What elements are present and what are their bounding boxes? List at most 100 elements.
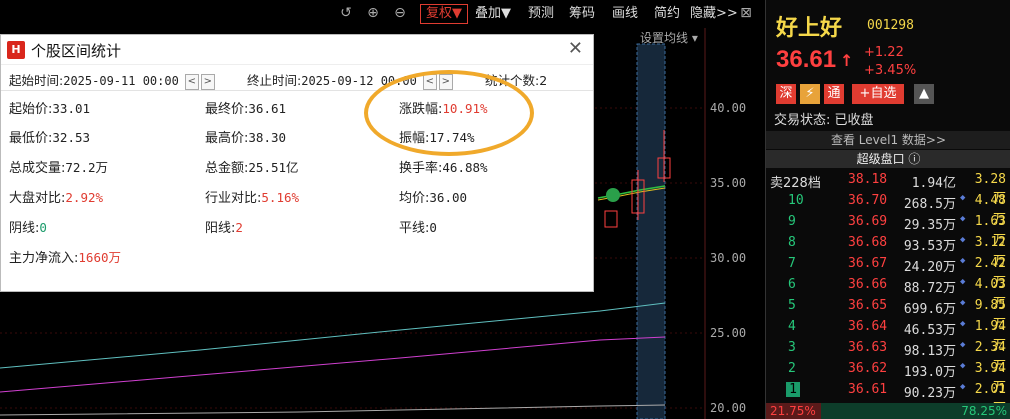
order-volume: 699.6万	[903, 302, 956, 317]
stat-value: 17.74%	[429, 130, 475, 145]
close-icon[interactable]: ⊠	[738, 5, 754, 21]
order-volume: 98.13万	[903, 344, 956, 359]
stat-cell: 大盘对比:2.92%	[9, 187, 103, 206]
stat-cell: 起始价:33.01	[9, 98, 90, 117]
order-level: 4	[788, 319, 796, 334]
stat-cell: 换手率:46.88%	[399, 157, 488, 176]
count-label: 统计个数:	[485, 73, 540, 88]
order-volume: 90.23万	[903, 386, 956, 401]
buy-sell-ratio-bar: 21.75% 78.25%	[766, 403, 1010, 419]
stat-cell: 阴线:0	[9, 217, 47, 236]
stat-cell: 振幅:17.74%	[399, 127, 475, 146]
date-range-row: 起始时间:2025-09-11 00:00 < > 终止时间:2025-09-12…	[1, 65, 593, 91]
add-watchlist-button[interactable]: +自选	[852, 84, 904, 104]
price-change-pct: +3.45%	[864, 63, 917, 78]
stat-cell: 均价:36.00	[399, 187, 467, 206]
diamond-icon: ◆	[960, 256, 966, 266]
diamond-icon: ◆	[960, 298, 966, 308]
chips-button[interactable]: 筹码	[569, 5, 595, 23]
order-row: 6 36.66 88.72万 ◆ 4.03万	[766, 275, 1010, 311]
stat-label: 最高价:	[205, 131, 249, 146]
end-time-label: 终止时间:	[247, 73, 302, 88]
undo-icon[interactable]: ↺	[338, 5, 354, 21]
order-volume: 29.35万	[903, 218, 956, 233]
stat-cell: 总金额:25.51亿	[205, 157, 299, 176]
dialog-title: 个股区间统计	[31, 42, 122, 60]
order-volume: 268.5万	[903, 197, 956, 212]
stat-label: 换手率:	[399, 161, 443, 176]
y-tick-label: 30.00	[710, 251, 747, 265]
stat-value: 46.88%	[442, 160, 488, 175]
stat-label: 行业对比:	[205, 191, 262, 206]
order-row: 7 36.67 24.20万 ◆ 2.42万	[766, 254, 1010, 290]
start-time-value[interactable]: 2025-09-11 00:00	[63, 74, 179, 88]
ma-line-gray	[0, 404, 666, 416]
end-time-value[interactable]: 2025-09-12 00:00	[301, 74, 417, 88]
bell-icon[interactable]: ▲	[914, 84, 934, 104]
next-arrow-icon[interactable]: >	[200, 73, 215, 90]
diamond-icon: ◆	[960, 340, 966, 350]
simple-button[interactable]: 简约	[654, 5, 680, 23]
quote-panel: 好上好 001298 36.61 ↑ +1.22 +3.45% 深 ⚡ 通 +自…	[765, 0, 1010, 419]
sell-summary-row: 卖228档 38.18 1.94亿 3.28万	[766, 170, 1010, 206]
order-price: 36.70	[848, 193, 888, 208]
order-price: 36.63	[848, 340, 888, 355]
set-ma-button[interactable]: 设置均线 ▾	[640, 29, 698, 46]
stat-value: 38.30	[248, 130, 287, 145]
zoom-out-icon[interactable]: ⊖	[392, 5, 408, 21]
overlay-button[interactable]: 叠加▼	[475, 5, 511, 23]
stat-label: 阴线:	[9, 221, 40, 236]
order-price: 36.62	[848, 361, 888, 376]
level1-link[interactable]: 查看 Level1 数据>>	[766, 131, 1010, 149]
stat-label: 大盘对比:	[9, 191, 66, 206]
fuquan-button[interactable]: 复权▼	[420, 4, 468, 24]
hide-button[interactable]: 隐藏>>	[690, 5, 738, 23]
order-level: 6	[788, 277, 796, 292]
last-price: 36.61	[776, 46, 837, 73]
stat-value: 25.51亿	[248, 160, 299, 175]
zoom-in-icon[interactable]: ⊕	[365, 5, 381, 21]
stat-value: 72.2万	[65, 160, 108, 175]
order-volume: 24.20万	[903, 260, 956, 275]
y-tick-label: 35.00	[710, 176, 747, 190]
close-icon[interactable]: ✕	[568, 38, 583, 59]
order-row: 4 36.64 46.53万 ◆ 1.94万	[766, 317, 1010, 353]
lightning-icon: ⚡	[800, 84, 820, 104]
diamond-icon: ◆	[960, 277, 966, 287]
sell-ratio: 21.75%	[766, 403, 821, 419]
diamond-icon: ◆	[960, 319, 966, 329]
buy-ratio: 78.25%	[821, 403, 1010, 419]
prev-arrow-icon[interactable]: <	[184, 73, 199, 90]
draw-line-button[interactable]: 画线	[612, 5, 638, 23]
stat-value: 2.92%	[65, 190, 104, 205]
marker-icon	[606, 188, 620, 202]
diamond-icon: ◆	[960, 193, 966, 203]
order-level: 1	[786, 382, 800, 397]
order-price: 36.66	[848, 277, 888, 292]
order-level: 8	[788, 235, 796, 250]
app-logo-icon: H	[7, 41, 25, 59]
stat-value: 33.01	[52, 101, 91, 116]
forecast-button[interactable]: 预测	[528, 5, 554, 23]
ma-line-cyan	[0, 302, 666, 369]
stat-cell: 主力净流入:1660万	[9, 247, 121, 266]
stat-label: 总成交量:	[9, 161, 66, 176]
order-row: 2 36.62 193.0万 ◆ 3.94万	[766, 359, 1010, 395]
order-row: 5 36.65 699.6万 ◆ 9.85万	[766, 296, 1010, 332]
stock-name: 好上好	[776, 16, 843, 41]
stat-label: 起始价:	[9, 102, 53, 117]
prev-arrow-icon[interactable]: <	[422, 73, 437, 90]
order-volume: 88.72万	[903, 281, 956, 296]
shenzhen-tag: 深	[776, 84, 796, 104]
diamond-icon: ◆	[960, 214, 966, 224]
stat-label: 涨跌幅:	[399, 102, 443, 117]
stat-value: 36.61	[248, 101, 287, 116]
stat-value: 0	[429, 220, 437, 235]
stat-cell: 最终价:36.61	[205, 98, 286, 117]
order-level: 9	[788, 214, 796, 229]
stat-label: 振幅:	[399, 131, 430, 146]
order-level: 10	[788, 193, 804, 208]
up-arrow-icon: ↑	[840, 51, 854, 70]
order-row: 10 36.70 268.5万 ◆ 4.48万	[766, 191, 1010, 227]
next-arrow-icon[interactable]: >	[438, 73, 453, 90]
